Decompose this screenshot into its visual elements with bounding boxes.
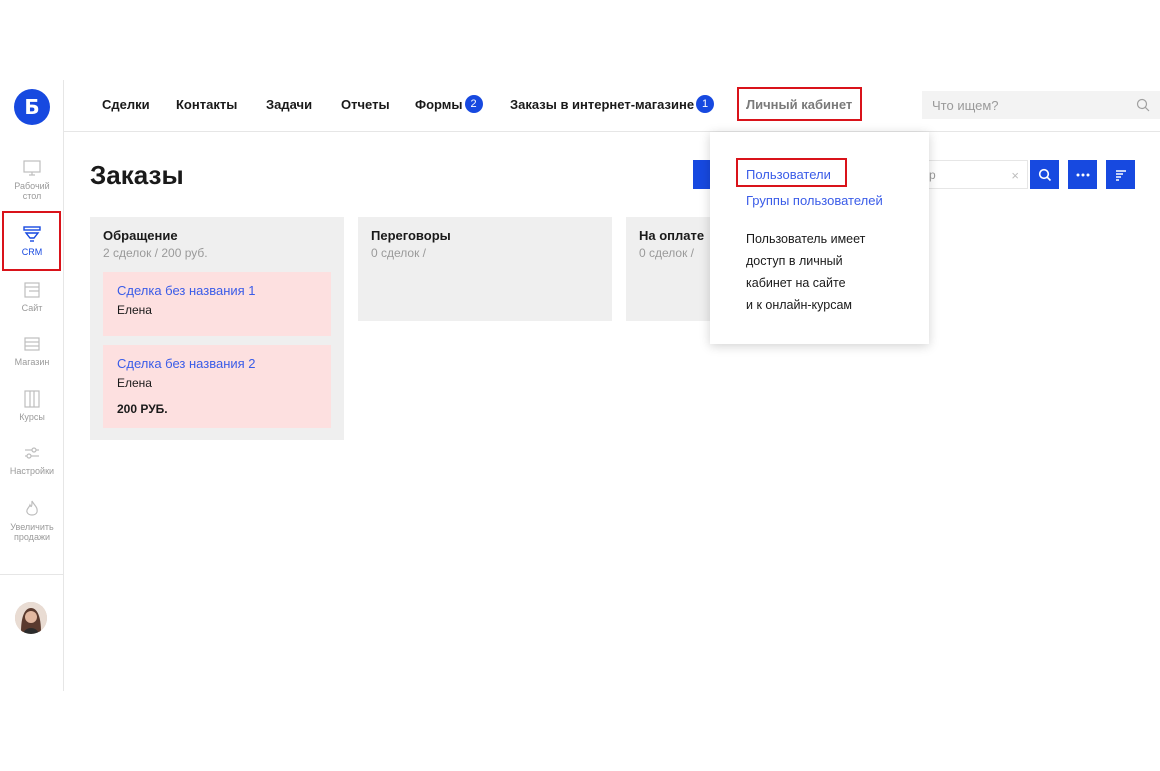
sidebar-item-courses[interactable]: Курсы xyxy=(0,389,64,422)
kanban-column-negotiations: Переговоры 0 сделок / xyxy=(358,217,612,321)
count-badge: 2 xyxy=(464,95,483,113)
sidebar-item-desktop[interactable]: Рабочий стол xyxy=(0,158,64,201)
global-search-input[interactable]: Что ищем? xyxy=(922,91,1160,119)
description-line: и к онлайн-курсам xyxy=(746,298,853,312)
description-line: Пользователь имеет xyxy=(746,232,866,246)
sidebar-item-store[interactable]: Магазин xyxy=(0,334,64,367)
sidebar-item-site[interactable]: Сайт xyxy=(0,280,64,313)
sidebar-item-label: Рабочий стол xyxy=(14,181,50,201)
personal-cabinet-dropdown: Пользователи Группы пользователей Пользо… xyxy=(710,132,929,344)
funnel-icon xyxy=(23,226,41,242)
add-order-button[interactable] xyxy=(693,160,710,189)
nav-deals[interactable]: Сделки xyxy=(102,97,150,112)
orders-search-input[interactable]: р × xyxy=(912,160,1028,189)
column-title: Обращение xyxy=(103,228,178,243)
courses-icon xyxy=(24,390,40,408)
deal-price: 200 РУБ. xyxy=(117,402,168,416)
search-button[interactable] xyxy=(1030,160,1059,189)
nav-reports[interactable]: Отчеты xyxy=(341,97,390,112)
search-icon xyxy=(1038,168,1051,181)
nav-contacts[interactable]: Контакты xyxy=(176,97,237,112)
nav-label: Заказы в интернет-магазине xyxy=(510,96,695,112)
column-title: На оплате xyxy=(639,228,705,243)
sidebar-item-settings[interactable]: Настройки xyxy=(0,443,64,476)
nav-label: Личный кабинет xyxy=(746,97,853,112)
nav-online-store-orders[interactable]: Заказы в интернет-магазине 1 xyxy=(510,95,715,113)
nav-label: Сделки xyxy=(102,97,150,112)
settings-sliders-icon xyxy=(25,447,39,459)
column-summary: 0 сделок / xyxy=(639,246,695,260)
sidebar-item-label: CRM xyxy=(21,247,43,257)
sort-filter-button[interactable] xyxy=(1106,160,1135,189)
menu-item-user-groups[interactable]: Группы пользователей xyxy=(746,193,883,208)
deal-title-link[interactable]: Сделка без названия 1 xyxy=(117,283,256,298)
search-icon xyxy=(1136,98,1150,112)
user-avatar-icon xyxy=(15,602,47,634)
sidebar-item-label: Увеличить продажи xyxy=(10,522,54,542)
nav-tasks[interactable]: Задачи xyxy=(266,97,312,112)
monitor-icon xyxy=(23,160,41,176)
page-title: Заказы xyxy=(90,160,184,190)
nav-label: Контакты xyxy=(176,97,238,112)
deal-card[interactable]: Сделка без названия 1 Елена xyxy=(103,272,331,336)
nav-label: Отчеты xyxy=(341,97,390,112)
clear-icon[interactable]: × xyxy=(1011,168,1019,183)
sidebar-item-label: Настройки xyxy=(9,466,55,476)
sidebar-item-crm[interactable]: CRM xyxy=(0,224,64,257)
search-placeholder: Что ищем? xyxy=(932,97,999,113)
avatar[interactable] xyxy=(15,602,47,634)
deal-contact: Елена xyxy=(117,376,152,390)
nav-personal-cabinet[interactable]: Личный кабинет xyxy=(746,97,852,112)
nav-label: Формы xyxy=(415,96,463,112)
column-summary: 0 сделок / xyxy=(371,246,427,260)
description-line: кабинет на сайте xyxy=(746,276,846,290)
app-logo[interactable]: Б xyxy=(14,89,50,125)
menu-item-users[interactable]: Пользователи xyxy=(746,167,831,182)
sidebar-divider xyxy=(0,574,64,575)
column-summary: 2 сделок / 200 руб. xyxy=(103,246,208,260)
more-options-button[interactable] xyxy=(1068,160,1097,189)
deal-title-link[interactable]: Сделка без названия 2 xyxy=(117,356,256,371)
flame-icon xyxy=(26,500,38,516)
sidebar-item-label: Сайт xyxy=(21,303,43,313)
sidebar-item-label: Курсы xyxy=(19,412,45,422)
deal-contact: Елена xyxy=(117,303,152,317)
site-icon xyxy=(24,282,40,298)
column-title: Переговоры xyxy=(371,228,451,243)
sidebar: Б Рабочий стол CRM Сайт Магазин Курсы На… xyxy=(0,80,64,691)
search-placeholder: р xyxy=(929,168,936,182)
nav-forms[interactable]: Формы 2 xyxy=(415,95,483,113)
description-line: доступ в личный xyxy=(746,254,843,268)
kanban-column-inquiry: Обращение 2 сделок / 200 руб. Сделка без… xyxy=(90,217,344,440)
sidebar-item-label: Магазин xyxy=(14,357,50,367)
deal-card[interactable]: Сделка без названия 2 Елена 200 РУБ. xyxy=(103,345,331,428)
store-icon xyxy=(24,337,40,351)
more-icon xyxy=(1076,173,1089,176)
top-navigation: Сделки Контакты Задачи Отчеты Формы 2 Зак… xyxy=(64,80,1160,132)
menu-description: Пользователь имеет доступ в личный кабин… xyxy=(746,228,865,316)
count-badge: 1 xyxy=(696,95,715,113)
filter-lines-icon xyxy=(1115,169,1126,181)
sidebar-item-boost-sales[interactable]: Увеличить продажи xyxy=(0,499,64,542)
nav-label: Задачи xyxy=(266,97,313,112)
